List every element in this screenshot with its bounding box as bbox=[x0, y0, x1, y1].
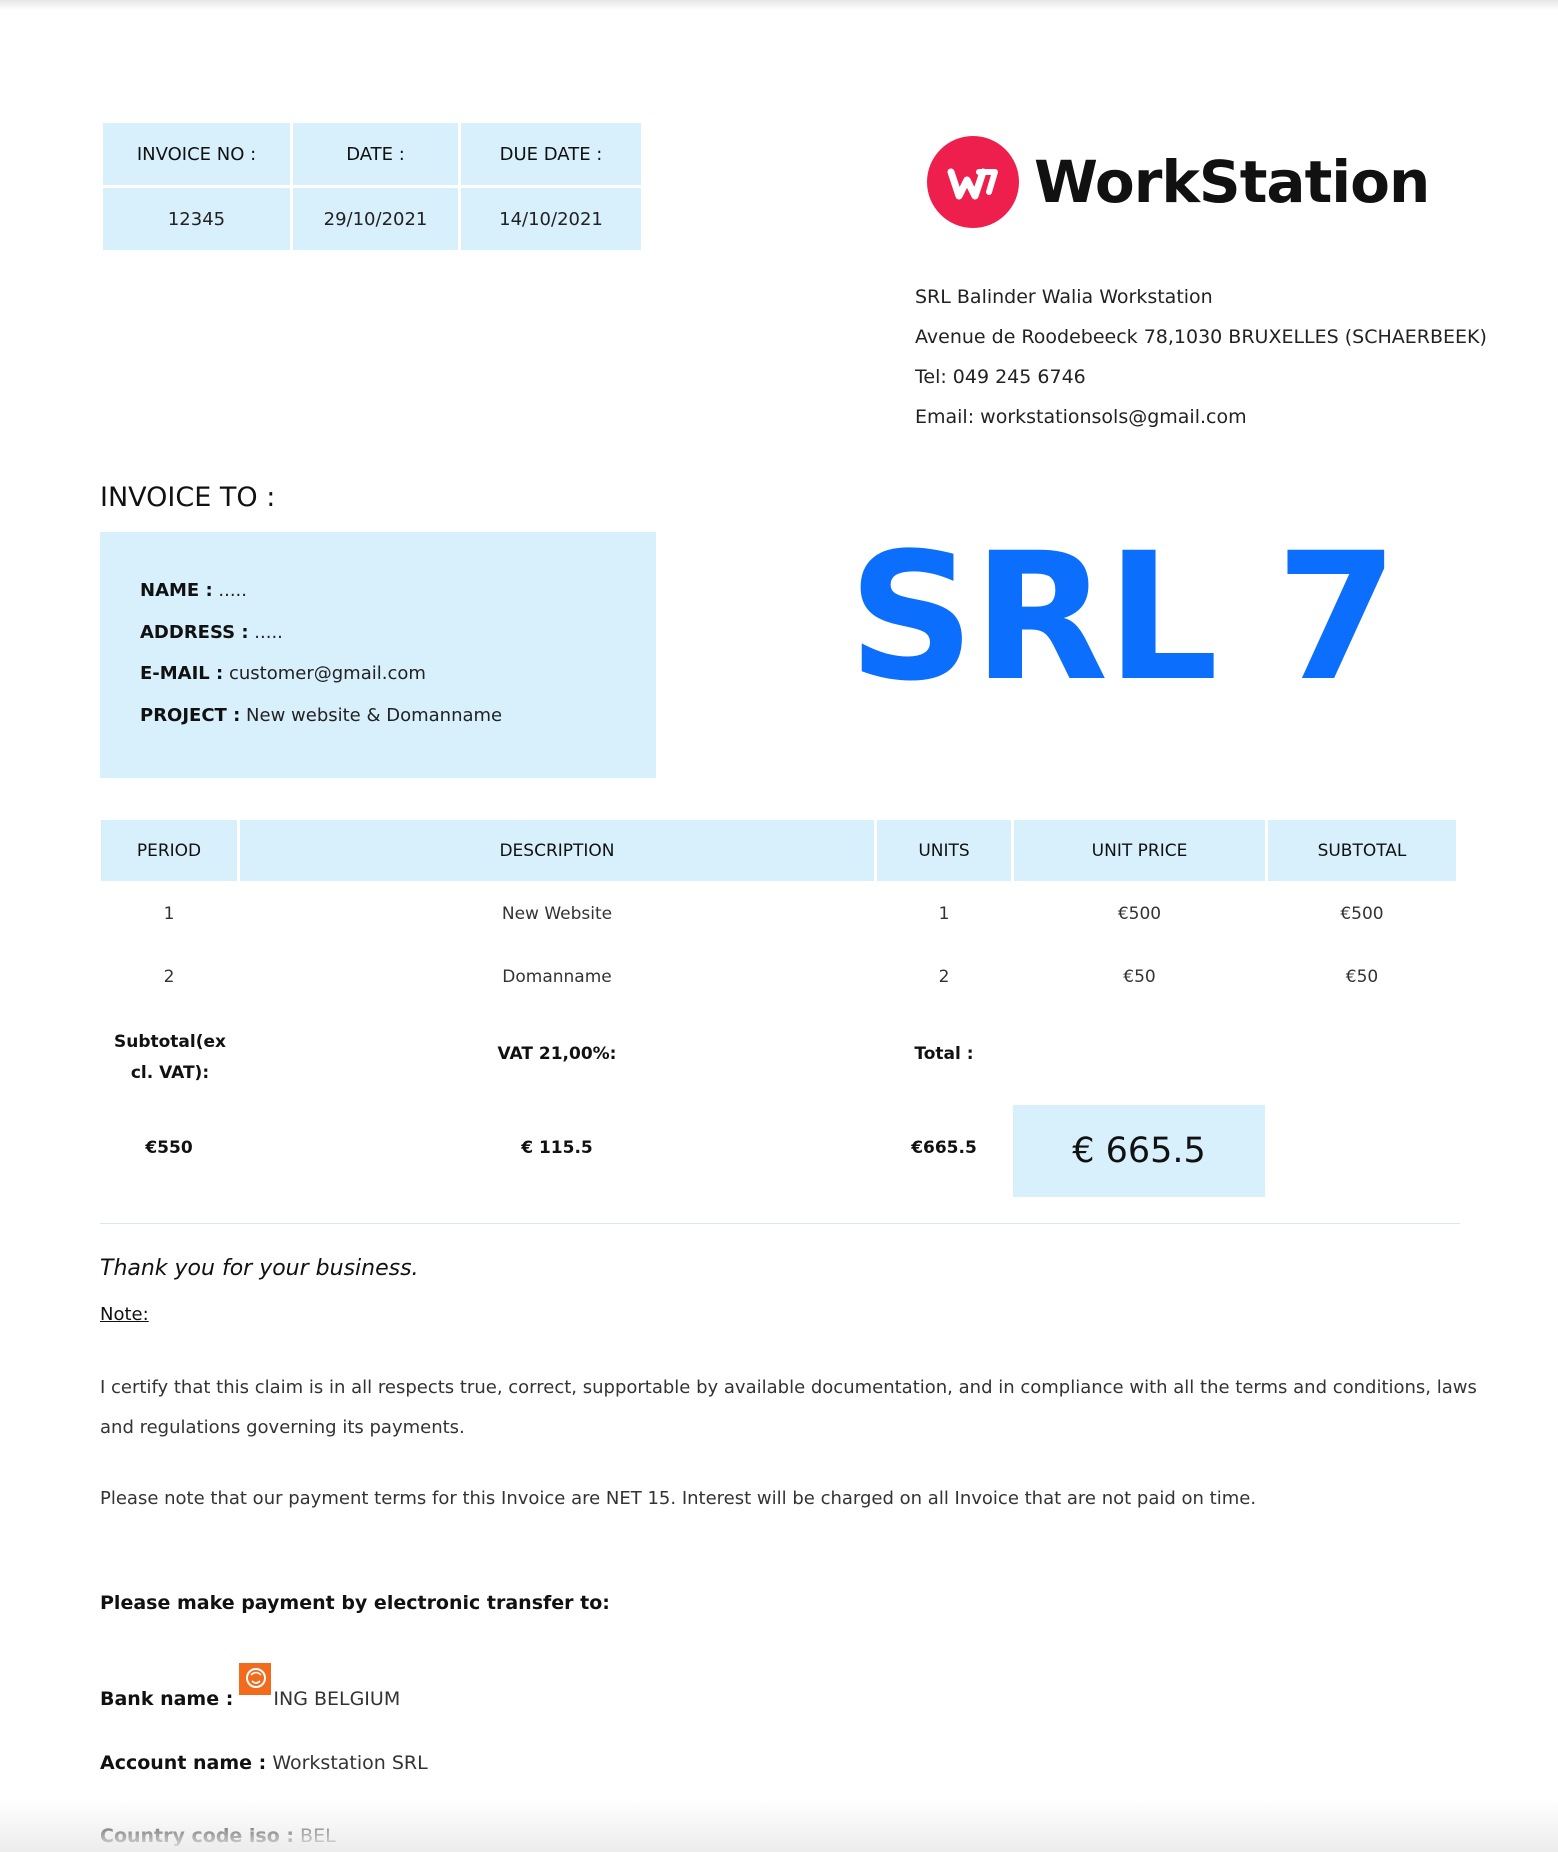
note-label: Note: bbox=[100, 1304, 149, 1325]
account-name-value: Workstation SRL bbox=[266, 1752, 428, 1774]
customer-project-label: PROJECT : bbox=[140, 705, 241, 726]
date-value: 29/10/2021 bbox=[293, 188, 458, 250]
customer-project-value: New website & Domanname bbox=[240, 705, 503, 726]
period-header: PERIOD bbox=[101, 820, 237, 881]
divider bbox=[100, 1223, 1460, 1224]
company-address: Avenue de Roodebeeck 78,1030 BRUXELLES (… bbox=[915, 326, 1487, 348]
invoice-no-value: 12345 bbox=[103, 188, 290, 250]
table-cell: €500 bbox=[1117, 904, 1162, 924]
customer-email-value: customer@gmail.com bbox=[223, 663, 426, 684]
table-cell: €50 bbox=[1123, 967, 1156, 987]
subtotal-header: SUBTOTAL bbox=[1268, 820, 1456, 881]
country-code-value: BEL bbox=[294, 1825, 336, 1847]
srl-title: SRL 7 bbox=[848, 515, 1398, 720]
customer-name-label: NAME : bbox=[140, 580, 213, 601]
payment-terms-text: Please note that our payment terms for t… bbox=[100, 1488, 1257, 1509]
thank-you-text: Thank you for your business. bbox=[100, 1256, 419, 1281]
invoice-to-heading: INVOICE TO : bbox=[100, 482, 276, 513]
invoice-no-header: INVOICE NO : bbox=[103, 123, 290, 185]
company-name: SRL Balinder Walia Workstation bbox=[915, 286, 1213, 308]
table-cell: 1 bbox=[163, 904, 175, 924]
description-header: DESCRIPTION bbox=[240, 820, 874, 881]
table-cell: €50 bbox=[1345, 967, 1379, 987]
due-date-value: 14/10/2021 bbox=[461, 188, 641, 250]
payment-heading: Please make payment by electronic transf… bbox=[100, 1592, 610, 1614]
date-header: DATE : bbox=[293, 123, 458, 185]
customer-email-label: E-MAIL : bbox=[140, 663, 224, 684]
ing-lion-icon bbox=[239, 1663, 272, 1695]
table-cell: 2 bbox=[163, 967, 175, 987]
country-code-line: Country code iso : BEL bbox=[100, 1825, 336, 1847]
table-cell: 2 bbox=[938, 967, 950, 987]
total-value: €665.5 bbox=[911, 1138, 977, 1158]
subtotal-value: €550 bbox=[145, 1138, 193, 1158]
grand-total: € 665.5 bbox=[1013, 1105, 1265, 1197]
table-cell: New Website bbox=[501, 904, 613, 924]
country-code-label: Country code iso : bbox=[100, 1825, 295, 1847]
subtotal-label: Subtotal(ex cl. VAT): bbox=[113, 1032, 226, 1083]
invoice-meta-table: INVOICE NO : DATE : DUE DATE : 12345 29/… bbox=[100, 120, 644, 253]
logo-wordmark: WorkStation bbox=[1034, 148, 1430, 216]
table-cell: €500 bbox=[1340, 904, 1384, 924]
customer-address-value: ..... bbox=[248, 622, 283, 643]
company-email: Email: workstationsols@gmail.com bbox=[915, 406, 1247, 428]
company-phone: Tel: 049 245 6746 bbox=[915, 366, 1086, 388]
top-shadow bbox=[0, 0, 1558, 10]
account-name-label: Account name : bbox=[100, 1752, 267, 1774]
table-cell: Domanname bbox=[502, 967, 612, 987]
bank-name-line: Bank name : ING BELGIUM bbox=[100, 1663, 401, 1710]
units-header: UNITS bbox=[877, 820, 1011, 881]
customer-email-line: E-MAIL : customer@gmail.com bbox=[140, 663, 426, 684]
certify-text: I certify that this claim is in all resp… bbox=[100, 1377, 1477, 1438]
workstation-logo-icon bbox=[927, 136, 1019, 228]
customer-address-line: ADDRESS : ..... bbox=[140, 622, 283, 643]
bank-name-label: Bank name : bbox=[100, 1688, 234, 1710]
customer-project-line: PROJECT : New website & Domanname bbox=[140, 705, 502, 726]
unit-price-header: UNIT PRICE bbox=[1014, 820, 1265, 881]
account-name-line: Account name : Workstation SRL bbox=[100, 1752, 428, 1774]
vat-value: € 115.5 bbox=[521, 1138, 593, 1158]
customer-name-value: ..... bbox=[212, 580, 248, 601]
due-date-header: DUE DATE : bbox=[461, 123, 641, 185]
vat-label: VAT 21,00%: bbox=[497, 1044, 617, 1064]
customer-address-label: ADDRESS : bbox=[140, 622, 249, 643]
invoice-to-box bbox=[100, 532, 656, 778]
table-cell: 1 bbox=[938, 904, 950, 924]
customer-name-line: NAME : ..... bbox=[140, 580, 247, 601]
total-label: Total : bbox=[914, 1044, 974, 1064]
bank-name-value: ING BELGIUM bbox=[273, 1688, 401, 1710]
